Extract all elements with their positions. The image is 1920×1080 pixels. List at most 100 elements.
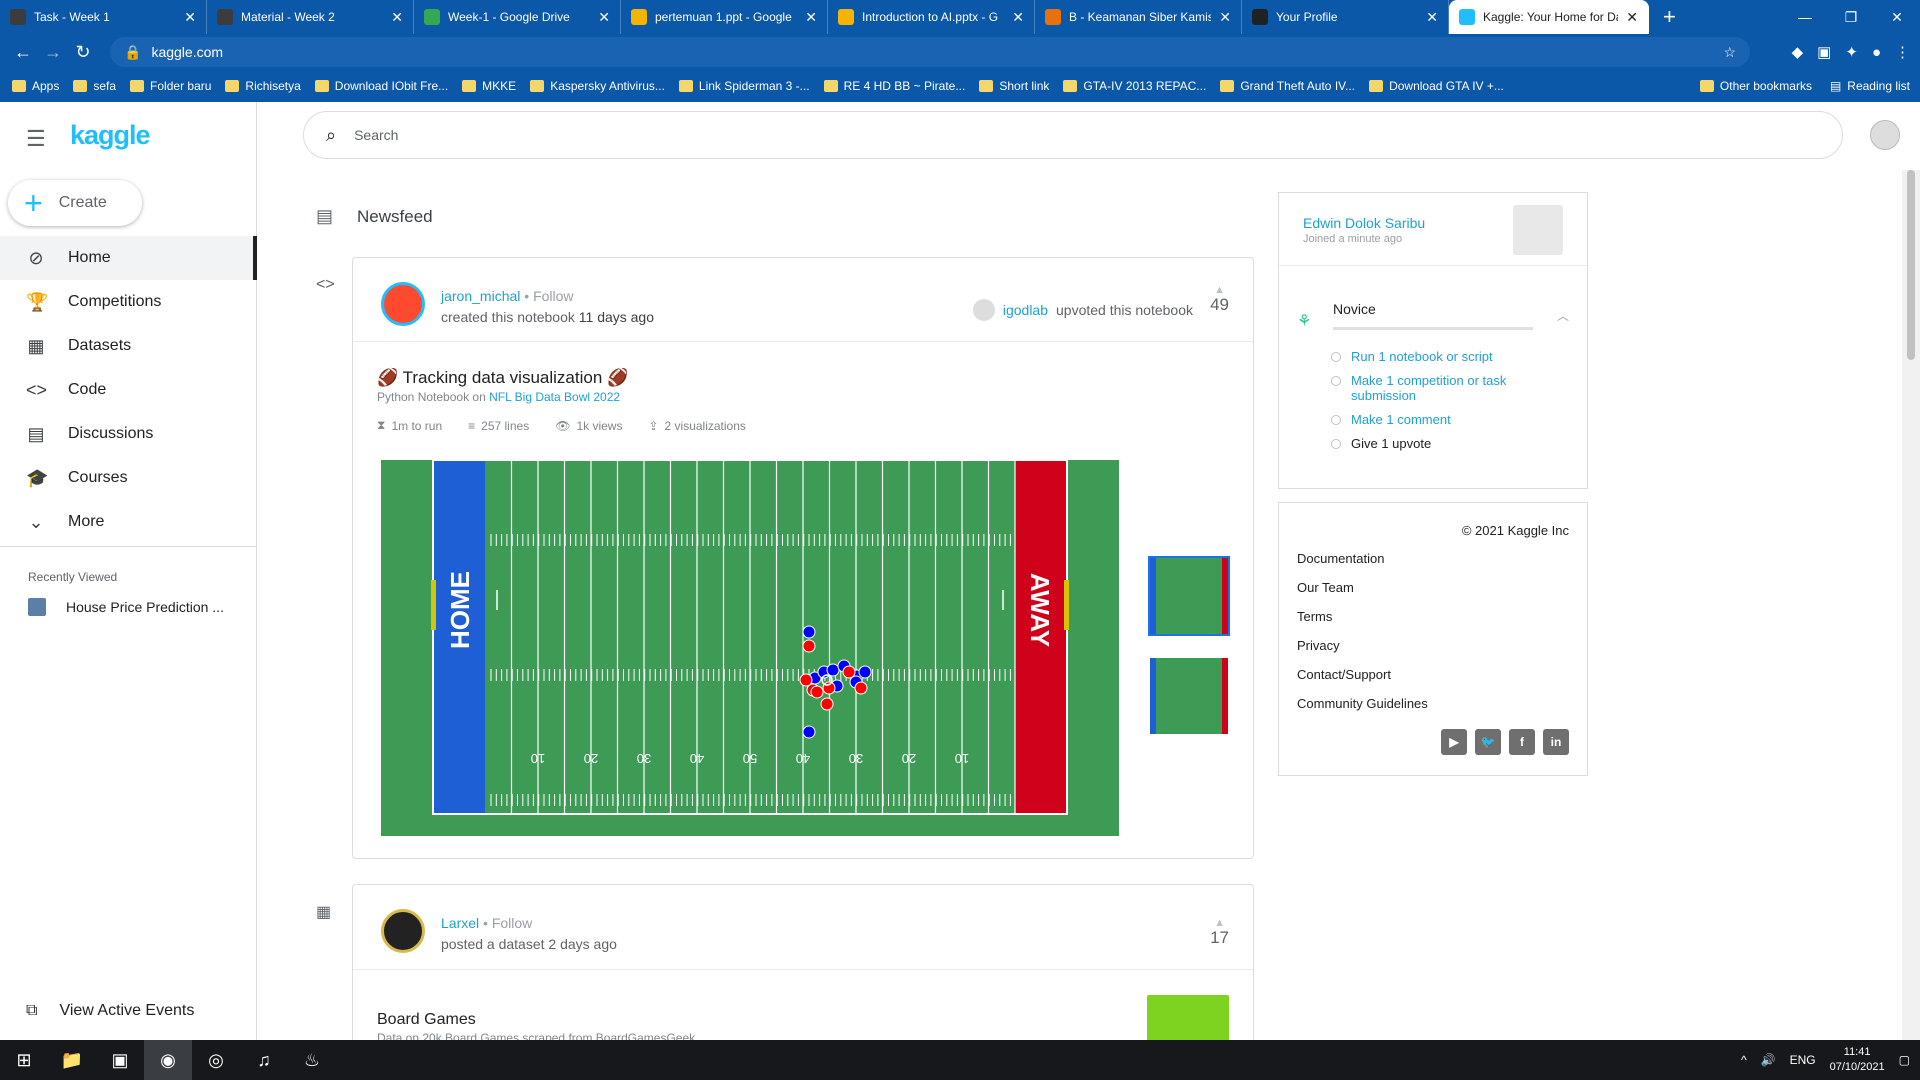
close-tab-icon[interactable]: ✕ [1426,9,1438,26]
browser-tab[interactable]: Kaggle: Your Home for Dat ✕ [1449,0,1649,34]
file-explorer-icon[interactable]: 📁 [48,1050,96,1071]
browser-tab[interactable]: Your Profile ✕ [1242,0,1449,34]
follow-link[interactable]: • Follow [524,288,573,304]
lang-indicator[interactable]: ENG [1790,1053,1816,1067]
sidebar-item-code[interactable]: <> Code [0,368,257,412]
user-avatar[interactable] [381,909,425,953]
scrollbar-thumb[interactable] [1907,170,1915,360]
twitter-icon[interactable]: 🐦 [1475,729,1501,755]
sidebar-item-datasets[interactable]: ▦ Datasets [0,324,257,368]
star-icon[interactable]: ☆ [1723,44,1736,61]
page-scrollbar[interactable] [1902,170,1920,1040]
address-bar[interactable]: 🔒 kaggle.com ☆ [110,37,1750,67]
spotify-icon[interactable]: ♫ [240,1050,288,1071]
search-input[interactable]: ⌕ Search [303,111,1843,159]
task-item[interactable]: Run 1 notebook or script [1331,349,1571,364]
chrome-icon[interactable]: ◉ [144,1040,192,1080]
close-window-button[interactable]: ✕ [1874,9,1920,26]
bookmark-item[interactable]: Kaspersky Antivirus... [530,79,665,93]
puzzle-icon[interactable]: ✦ [1845,43,1858,61]
back-button[interactable]: ← [8,42,38,63]
create-button[interactable]: + Create [8,180,142,226]
bookmark-item[interactable]: GTA-IV 2013 REPAC... [1063,79,1206,93]
view-active-events[interactable]: ⧉ View Active Events [26,1002,194,1020]
sidebar-item-home[interactable]: ⊘ Home [0,236,257,280]
sidebar-item-discussions[interactable]: ▤ Discussions [0,412,257,456]
hamburger-icon[interactable]: ☰ [26,126,46,152]
bookmark-item[interactable]: RE 4 HD BB ~ Pirate... [823,79,965,93]
footer-link[interactable]: Our Team [1297,578,1428,607]
competition-link[interactable]: NFL Big Data Bowl 2022 [489,390,620,404]
profile-picture[interactable] [1513,205,1563,255]
bookmark-other[interactable]: Other bookmarks [1699,79,1812,93]
linkedin-icon[interactable]: in [1543,729,1569,755]
close-tab-icon[interactable]: ✕ [1626,9,1638,26]
close-tab-icon[interactable]: ✕ [391,9,403,26]
author-name[interactable]: jaron_michal [441,288,520,304]
bookmark-item[interactable]: Link Spiderman 3 -... [678,79,810,93]
sidebar-item-courses[interactable]: 🎓 Courses [0,456,257,500]
close-tab-icon[interactable]: ✕ [1012,9,1024,26]
volume-icon[interactable]: 🔊 [1761,1053,1776,1067]
recent-item[interactable]: House Price Prediction ... [28,598,224,616]
discord-icon[interactable]: ◎ [192,1050,240,1071]
reading-list[interactable]: ▤ Reading list [1830,79,1910,93]
facebook-icon[interactable]: f [1509,729,1535,755]
footer-link[interactable]: Privacy [1297,636,1428,665]
notebook-title[interactable]: 🏈 Tracking data visualization 🏈 [377,368,628,388]
viz-thumbnail-1[interactable] [1148,556,1230,636]
bookmark-item[interactable]: Folder baru [130,79,211,93]
reload-button[interactable]: ↻ [68,42,98,63]
bookmark-item[interactable]: Apps [12,79,59,93]
browser-tab[interactable]: Introduction to AI.pptx - G ✕ [828,0,1035,34]
footer-link[interactable]: Documentation [1297,549,1428,578]
sidebar-item-more[interactable]: ⌄ More [0,500,257,544]
profile-avatar[interactable]: ● [1872,44,1881,61]
vote-button[interactable]: ▲ 49 [1210,285,1229,315]
bookmark-item[interactable]: Grand Theft Auto IV... [1220,79,1355,93]
sidebar-item-competitions[interactable]: 🏆 Competitions [0,280,257,324]
task-item[interactable]: Give 1 upvote [1331,436,1571,451]
chevron-up-icon[interactable]: ︿ [1557,307,1569,324]
footer-link[interactable]: Contact/Support [1297,665,1428,694]
extension-icon[interactable]: ◆ [1792,43,1804,61]
close-tab-icon[interactable]: ✕ [598,9,610,26]
footer-link[interactable]: Terms [1297,607,1428,636]
profile-name[interactable]: Edwin Dolok Saribu [1303,215,1425,231]
kaggle-logo[interactable]: kaggle [70,120,151,151]
close-tab-icon[interactable]: ✕ [1219,9,1231,26]
new-tab-button[interactable]: + [1663,4,1676,30]
feed-card-notebook[interactable]: jaron_michal • Follow created this noteb… [352,257,1254,859]
browser-tab[interactable]: pertemuan 1.ppt - Google ✕ [621,0,828,34]
minimize-button[interactable]: — [1782,9,1828,25]
user-avatar[interactable] [381,282,425,326]
user-avatar[interactable] [1870,120,1900,150]
bookmark-item[interactable]: Download GTA IV +... [1369,79,1504,93]
forward-button[interactable]: → [38,42,68,63]
upvoter-name[interactable]: igodlab [1003,302,1048,318]
notification-icon[interactable]: ▢ [1899,1053,1910,1067]
football-field-visualization[interactable]: HOME AWAY 10 20 30 40 50 40 30 20 10 [381,459,1119,836]
viz-thumbnail-2[interactable] [1148,656,1230,736]
youtube-icon[interactable]: ▶ [1441,729,1467,755]
task-item[interactable]: Make 1 comment [1331,412,1571,427]
menu-icon[interactable]: ⋮ [1895,43,1910,61]
author-name[interactable]: Larxel [441,915,479,931]
maximize-button[interactable]: ❐ [1828,9,1874,26]
close-tab-icon[interactable]: ✕ [184,9,196,26]
clock[interactable]: 11:41 07/10/2021 [1830,1045,1885,1075]
bookmark-item[interactable]: Richisetya [225,79,301,93]
dataset-title[interactable]: Board Games [377,1011,476,1029]
chevron-up-icon[interactable]: ^ [1741,1053,1747,1067]
browser-tab[interactable]: Task - Week 1 ✕ [0,0,207,34]
bookmark-item[interactable]: sefa [73,79,116,93]
windows-start-icon[interactable]: ⊞ [0,1050,48,1071]
bookmark-item[interactable]: Short link [979,79,1049,93]
follow-link[interactable]: • Follow [483,915,532,931]
vote-button[interactable]: ▲ 17 [1210,918,1229,948]
footer-link[interactable]: Community Guidelines [1297,694,1428,723]
task-item[interactable]: Make 1 competition or task submission [1331,373,1571,403]
browser-tab[interactable]: Material - Week 2 ✕ [207,0,414,34]
feed-card-dataset[interactable]: Larxel • Follow posted a dataset 2 days … [352,884,1254,1064]
extension-icon[interactable]: ▣ [1817,43,1831,61]
